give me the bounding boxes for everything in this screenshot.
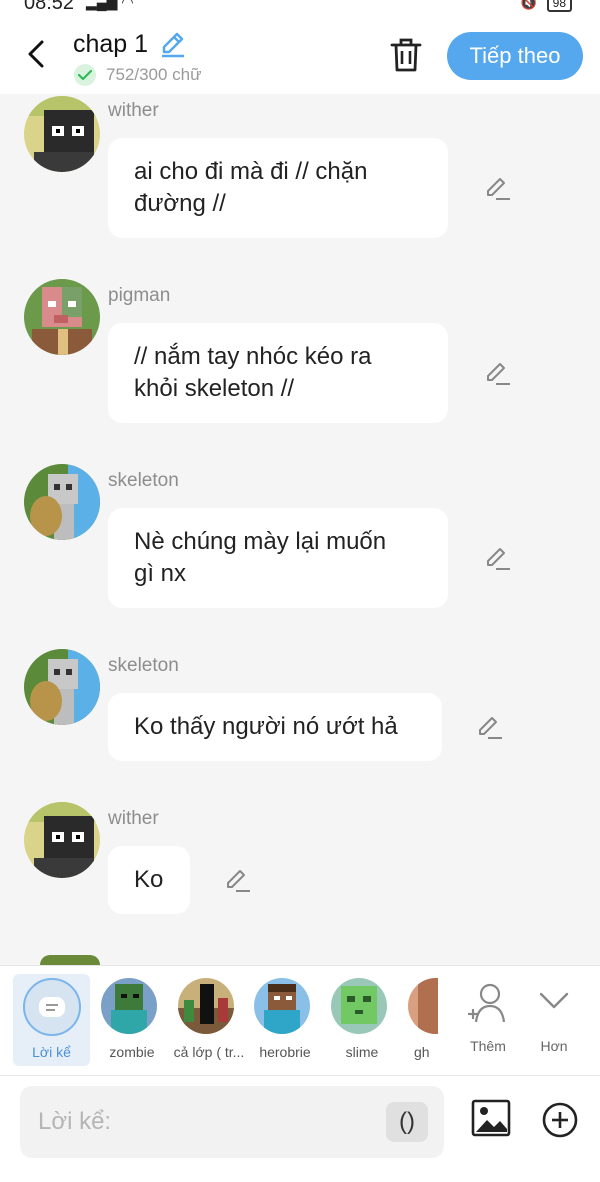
more-characters-label: Hơn [540, 1038, 568, 1054]
speaker-name: skeleton [108, 655, 179, 676]
avatar[interactable] [24, 464, 100, 540]
chevron-down-icon [539, 992, 569, 1009]
edit-message-button[interactable] [224, 866, 252, 894]
composer-bar: () [0, 1075, 600, 1167]
message-bubble[interactable]: Ko thấy người nó ướt hả [108, 693, 442, 761]
insert-image-button[interactable] [470, 1098, 512, 1138]
character-selector: Lời kể zombie cả lớp ( tr... herobrie sl… [0, 965, 600, 1075]
character-label: herobrie [259, 1044, 311, 1060]
character-label: cả lớp ( tr... [173, 1044, 245, 1060]
back-button[interactable] [20, 36, 54, 72]
pencil-icon [487, 548, 510, 570]
trash-icon [390, 38, 422, 72]
add-button[interactable] [540, 1100, 580, 1140]
speaker-name: pigman [108, 285, 171, 306]
edit-message-button[interactable] [484, 174, 512, 202]
battery-indicator: 98 [546, 0, 572, 12]
character-avatar [331, 978, 387, 1034]
image-icon [471, 1099, 511, 1137]
pencil-icon [479, 717, 502, 739]
edit-title-button[interactable] [158, 30, 188, 58]
bottom-strip [0, 1167, 600, 1182]
avatar[interactable] [24, 96, 100, 172]
avatar[interactable] [24, 279, 100, 355]
avatar-partial [40, 955, 100, 965]
character-avatar [408, 978, 438, 1034]
message-bubble[interactable]: Ko [108, 846, 190, 914]
character-option[interactable]: cả lớp ( tr... [174, 976, 244, 1066]
plus-circle-icon [542, 1102, 578, 1138]
message-input[interactable] [38, 1102, 378, 1142]
narrator-label: Lời kể [32, 1044, 71, 1060]
avatar[interactable] [24, 802, 100, 878]
chevron-left-icon [28, 40, 44, 68]
pencil-icon [487, 178, 510, 200]
add-person-icon [468, 983, 506, 1023]
character-avatar [101, 978, 157, 1034]
parentheses-button[interactable]: () [386, 1102, 428, 1142]
edit-message-button[interactable] [484, 544, 512, 572]
avatar[interactable] [24, 649, 100, 725]
check-icon [74, 64, 96, 86]
edit-message-button[interactable] [476, 713, 504, 741]
character-option[interactable]: slime [327, 976, 397, 1066]
status-bar: 08:52 ▂▄▆ ◠ 🔇 98 [0, 0, 600, 22]
message-bubble[interactable]: ai cho đi mà đi // chặn đường // [108, 138, 448, 238]
character-option[interactable]: gh [404, 976, 438, 1066]
character-label: gh [414, 1044, 430, 1060]
speaker-name: wither [108, 808, 159, 829]
page-title: chap 1 [73, 30, 149, 58]
pencil-icon [487, 363, 510, 385]
edit-message-button[interactable] [484, 359, 512, 387]
narrator-option[interactable]: Lời kể [13, 974, 90, 1066]
more-characters-button[interactable]: Hơn [524, 980, 584, 1060]
message-bubble[interactable]: // nắm tay nhóc kéo ra khỏi skeleton // [108, 323, 448, 423]
pencil-icon [162, 32, 184, 58]
character-label: zombie [109, 1044, 155, 1060]
chat-bubble-icon [39, 997, 65, 1017]
character-option[interactable]: zombie [97, 976, 167, 1066]
message-bubble[interactable]: Nè chúng mày lại muốn gì nx [108, 508, 448, 608]
add-character-button[interactable]: Thêm [458, 980, 518, 1060]
speaker-name: wither [108, 100, 159, 121]
add-character-label: Thêm [470, 1038, 506, 1054]
next-button[interactable]: Tiếp theo [447, 32, 583, 80]
character-avatar [254, 978, 310, 1034]
character-label: slime [345, 1044, 379, 1060]
character-avatar [178, 978, 234, 1034]
status-time: 08:52 [24, 0, 75, 14]
narrator-avatar [23, 978, 81, 1036]
speaker-name: skeleton [108, 470, 179, 491]
character-option[interactable]: herobrie [250, 976, 320, 1066]
composer-field: () [20, 1086, 444, 1158]
mute-icon: 🔇 [520, 0, 538, 10]
word-count-row: 752/300 chữ [74, 64, 202, 86]
top-app-bar: chap 1 752/300 chữ Tiếp theo [0, 22, 600, 94]
status-right: 🔇 98 [521, 0, 572, 12]
word-count: 752/300 chữ [106, 65, 202, 84]
pencil-icon [227, 870, 250, 892]
signal-icon: ▂▄▆ ◠ [86, 0, 134, 10]
delete-button[interactable] [388, 36, 424, 74]
